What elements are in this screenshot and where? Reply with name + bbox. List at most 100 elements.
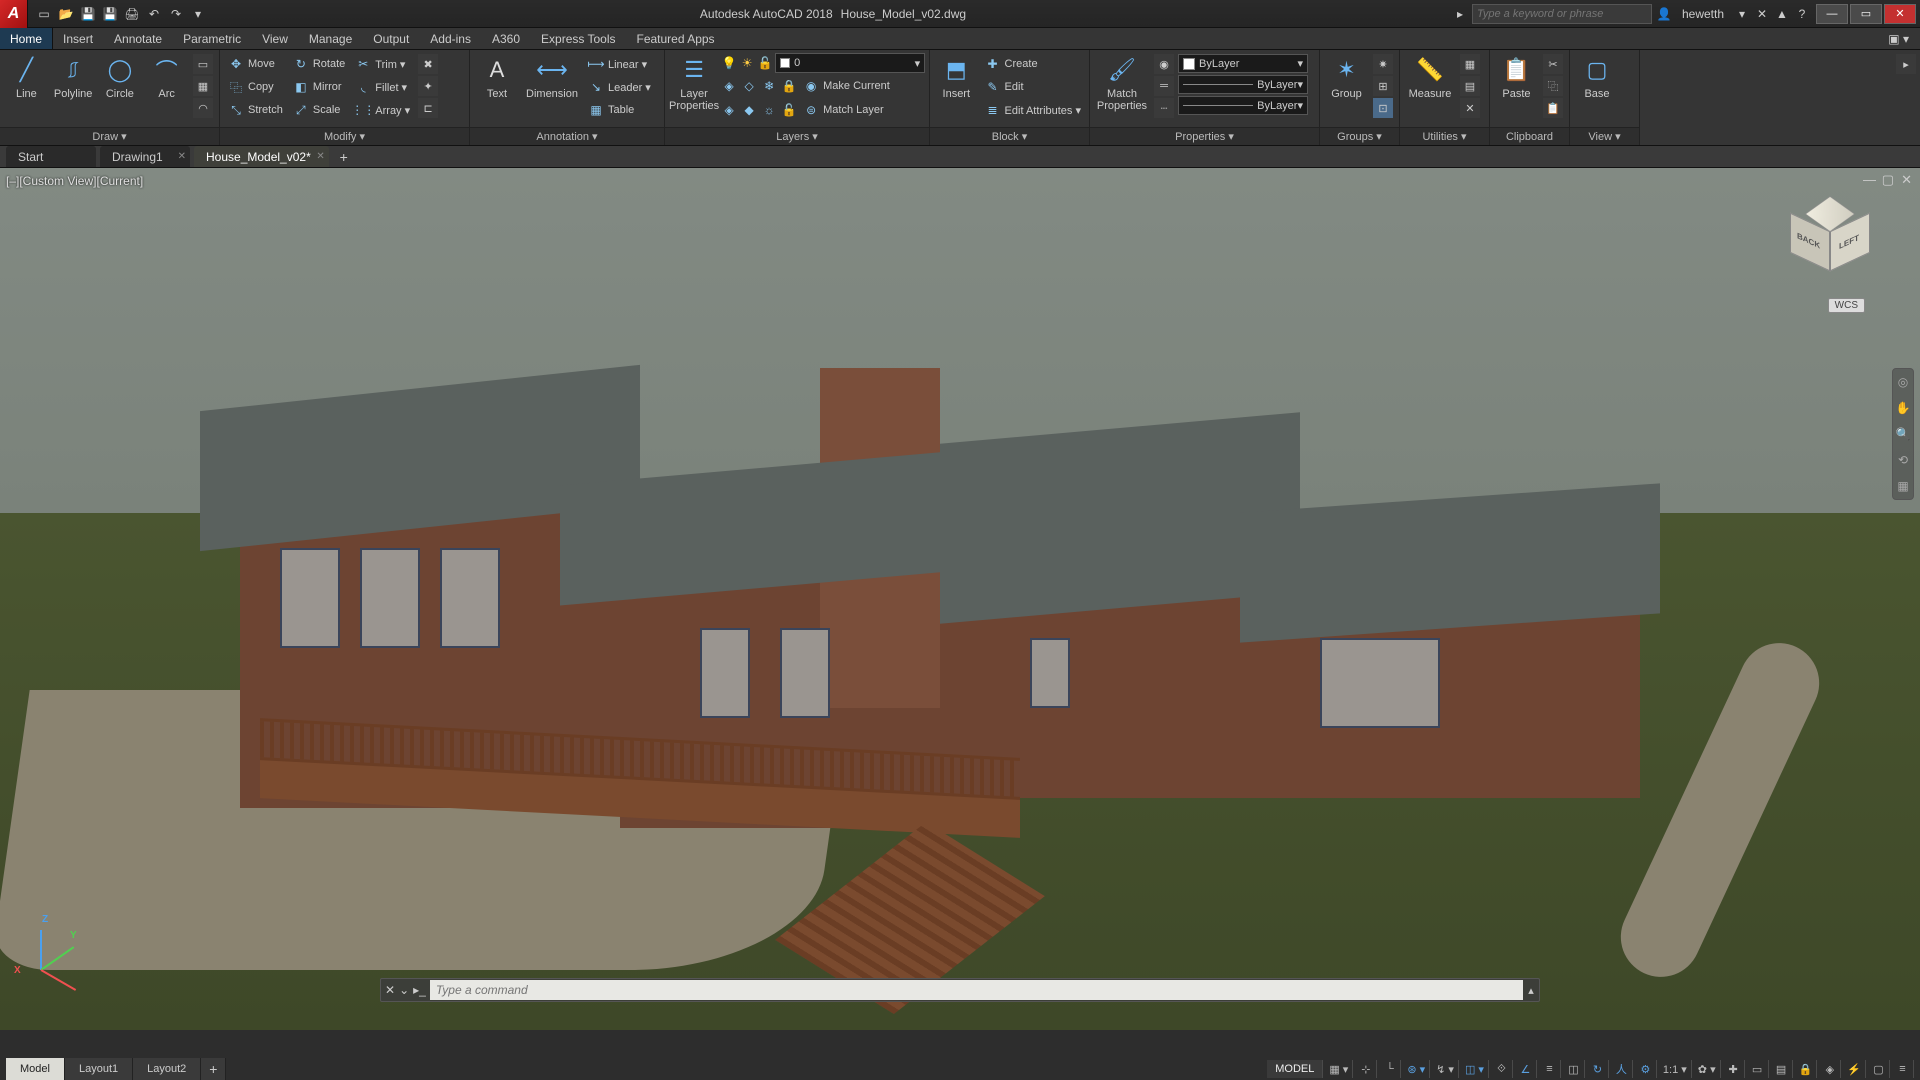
erase-icon[interactable]: ✖ xyxy=(418,54,438,74)
layeroff-icon[interactable]: ◇ xyxy=(741,78,757,94)
insert-tool[interactable]: ⬒Insert xyxy=(934,52,979,100)
create-block-tool[interactable]: ✚Create xyxy=(981,53,1085,75)
layer-properties-tool[interactable]: ☰Layer Properties xyxy=(669,52,719,112)
groupedit-icon[interactable]: ⊞ xyxy=(1373,76,1393,96)
status-quickprops-icon[interactable]: ▤ xyxy=(1771,1060,1793,1078)
status-annoscale-icon[interactable]: ⚙ xyxy=(1635,1060,1657,1078)
infocenter-arrow-icon[interactable]: ▸ xyxy=(1452,6,1468,22)
lock-icon[interactable]: 🔓 xyxy=(757,55,773,71)
status-snap-icon[interactable]: ⊹ xyxy=(1355,1060,1377,1078)
line-tool[interactable]: ╱Line xyxy=(4,52,49,100)
tab-express[interactable]: Express Tools xyxy=(531,28,626,49)
close-tab-icon[interactable]: ✕ xyxy=(178,151,186,162)
linetype-selector[interactable]: ByLayer▾ xyxy=(1178,96,1308,115)
sun-icon[interactable]: ☀ xyxy=(739,55,755,71)
scale-tool[interactable]: ⤢Scale xyxy=(289,99,349,121)
viewport-close-icon[interactable]: ✕ xyxy=(1901,172,1912,188)
layerfrz-icon[interactable]: ❄ xyxy=(761,78,777,94)
ribbon-options-icon[interactable]: ▣ ▾ xyxy=(1878,28,1920,49)
tab-home[interactable]: Home xyxy=(0,28,53,49)
minimize-button[interactable]: — xyxy=(1816,4,1848,24)
measure-tool[interactable]: 📏Measure xyxy=(1404,52,1456,100)
layerlock-icon[interactable]: 🔒 xyxy=(781,78,797,94)
panel-properties-title[interactable]: Properties ▾ xyxy=(1090,127,1319,145)
ellipse-icon[interactable]: ◠ xyxy=(193,98,213,118)
group-tool[interactable]: ✶Group xyxy=(1324,52,1369,100)
point-icon[interactable]: ✕ xyxy=(1460,98,1480,118)
lineweight-selector[interactable]: ByLayer▾ xyxy=(1178,75,1308,94)
signin-icon[interactable]: 👤 xyxy=(1656,6,1672,22)
status-cycling-icon[interactable]: ↻ xyxy=(1587,1060,1609,1078)
dimension-tool[interactable]: ⟷Dimension xyxy=(522,52,582,100)
leader-tool[interactable]: ↘Leader ▾ xyxy=(584,76,655,98)
base-tool[interactable]: ▢Base xyxy=(1574,52,1620,100)
open-icon[interactable]: 📂 xyxy=(56,4,76,24)
help-icon[interactable]: ? xyxy=(1794,6,1810,22)
status-lweight-icon[interactable]: ≡ xyxy=(1539,1060,1561,1078)
panel-draw-title[interactable]: Draw ▾ xyxy=(0,127,219,145)
panel-annotation-title[interactable]: Annotation ▾ xyxy=(470,127,664,145)
panel-block-title[interactable]: Block ▾ xyxy=(930,127,1089,145)
edit-attr-tool[interactable]: ≣Edit Attributes ▾ xyxy=(981,99,1085,121)
layouttab-layout2[interactable]: Layout2 xyxy=(133,1058,201,1080)
cmd-close-icon[interactable]: ✕ xyxy=(385,983,395,997)
status-hwaccel-icon[interactable]: ⚡ xyxy=(1843,1060,1866,1078)
panel-clipboard-title[interactable]: Clipboard xyxy=(1490,127,1569,145)
wcs-badge[interactable]: WCS xyxy=(1828,298,1865,313)
user-name[interactable]: hewetth xyxy=(1676,7,1730,21)
tab-a360[interactable]: A360 xyxy=(482,28,531,49)
print-icon[interactable]: 🖨 xyxy=(122,4,142,24)
panel-view-title[interactable]: View ▾ xyxy=(1570,127,1639,145)
maximize-button[interactable]: ▭ xyxy=(1850,4,1882,24)
quickcalc-icon[interactable]: ▤ xyxy=(1460,76,1480,96)
qat-dropdown-icon[interactable]: ▾ xyxy=(188,4,208,24)
tab-annotate[interactable]: Annotate xyxy=(104,28,173,49)
layeron-icon[interactable]: ◆ xyxy=(741,102,757,118)
layer-selector[interactable]: 0▾ xyxy=(775,53,925,73)
lweight-icon[interactable]: ═ xyxy=(1154,76,1174,96)
status-customize-icon[interactable]: ≡ xyxy=(1892,1060,1914,1078)
showmotion-icon[interactable]: ▦ xyxy=(1893,473,1913,499)
cmd-recent-icon[interactable]: ⌄ xyxy=(399,983,409,997)
make-current-tool[interactable]: ◉Make Current xyxy=(799,75,894,97)
pan-icon[interactable]: ✋ xyxy=(1893,395,1913,421)
panel-layers-title[interactable]: Layers ▾ xyxy=(665,127,929,145)
match-properties-tool[interactable]: 🖌Match Properties xyxy=(1094,52,1150,112)
undo-icon[interactable]: ↶ xyxy=(144,4,164,24)
status-scale-selector[interactable]: 1:1 ▾ xyxy=(1659,1060,1692,1078)
fillet-tool[interactable]: ◟Fillet ▾ xyxy=(351,76,414,98)
orbit-icon[interactable]: ⟲ xyxy=(1893,447,1913,473)
tab-output[interactable]: Output xyxy=(363,28,420,49)
rotate-tool[interactable]: ↻Rotate xyxy=(289,53,349,75)
drawing-viewport[interactable]: [–][Custom View][Current] — ▢ ✕ BACK LEF… xyxy=(0,168,1920,1030)
color-selector[interactable]: ByLayer▾ xyxy=(1178,54,1308,73)
status-annomon-icon[interactable]: 人 xyxy=(1611,1060,1633,1078)
hatch-icon[interactable]: ▦ xyxy=(193,76,213,96)
status-otrack-icon[interactable]: ∠ xyxy=(1515,1060,1537,1078)
layerthw-icon[interactable]: ☼ xyxy=(761,102,777,118)
arc-tool[interactable]: ⌒Arc xyxy=(144,52,189,100)
status-ortho-icon[interactable]: └ xyxy=(1379,1060,1401,1078)
explode-icon[interactable]: ✦ xyxy=(418,76,438,96)
save-icon[interactable]: 💾 xyxy=(78,4,98,24)
panel-groups-title[interactable]: Groups ▾ xyxy=(1320,127,1399,145)
filetab-drawing1[interactable]: Drawing1✕ xyxy=(100,146,190,167)
status-units-icon[interactable]: ▭ xyxy=(1747,1060,1769,1078)
tab-manage[interactable]: Manage xyxy=(299,28,363,49)
color-picker-icon[interactable]: ◉ xyxy=(1154,54,1174,74)
copy2-icon[interactable]: ⿻ xyxy=(1543,76,1563,96)
cmd-expand-icon[interactable]: ▴ xyxy=(1523,984,1539,997)
pasteclip-icon[interactable]: 📋 xyxy=(1543,98,1563,118)
offset-icon[interactable]: ⊏ xyxy=(418,98,438,118)
tab-insert[interactable]: Insert xyxy=(53,28,104,49)
status-3dosnap-icon[interactable]: ⟐ xyxy=(1491,1060,1513,1078)
rect-icon[interactable]: ▭ xyxy=(193,54,213,74)
ltype-icon[interactable]: ┈ xyxy=(1154,98,1174,118)
layerunlock-icon[interactable]: 🔓 xyxy=(781,102,797,118)
viewport-maximize-icon[interactable]: ▢ xyxy=(1882,172,1894,188)
circle-tool[interactable]: ◯Circle xyxy=(98,52,143,100)
paste-tool[interactable]: 📋Paste xyxy=(1494,52,1539,100)
linear-tool[interactable]: ⟼Linear ▾ xyxy=(584,53,655,75)
panel-utilities-title[interactable]: Utilities ▾ xyxy=(1400,127,1489,145)
zoom-icon[interactable]: 🔍 xyxy=(1893,421,1913,447)
